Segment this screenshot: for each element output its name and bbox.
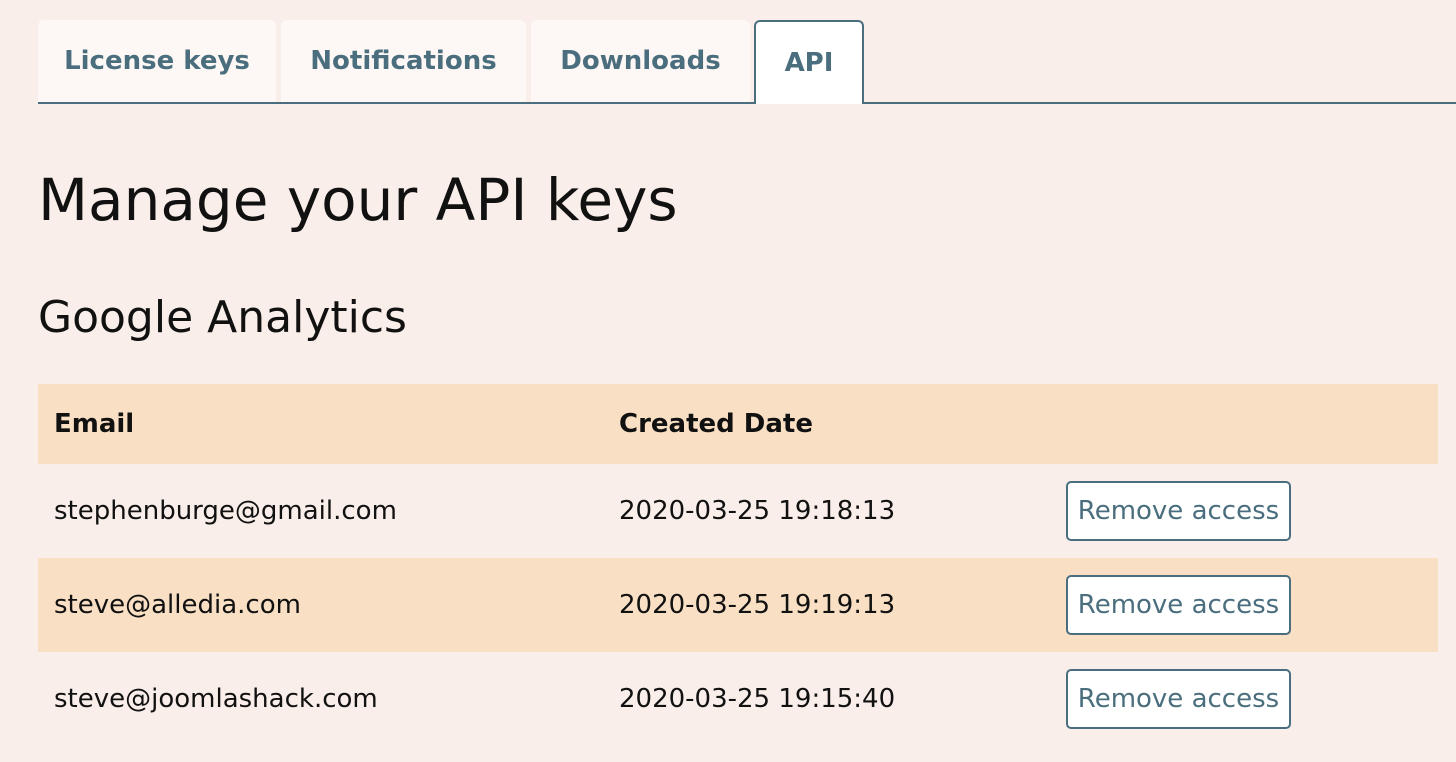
column-header-created-date: Created Date [619,409,813,439]
tab-license-keys[interactable]: License keys [38,20,276,102]
created-date-cell: 2020-03-25 19:19:13 [619,590,896,620]
account-tabs: License keys Notifications Downloads API [38,20,1456,104]
page-title: Manage your API keys [38,166,678,234]
column-header-action [1049,384,1438,464]
tab-label: Downloads [560,46,721,76]
action-cell: Remove access [1049,464,1438,558]
section-title-google-analytics: Google Analytics [38,292,407,343]
table-row: steve@joomlashack.com 2020-03-25 19:15:4… [38,652,1438,746]
table-row: steve@alledia.com 2020-03-25 19:19:13 Re… [38,558,1438,652]
created-date-cell: 2020-03-25 19:18:13 [619,496,896,526]
remove-access-button[interactable]: Remove access [1066,575,1291,635]
email-cell: stephenburge@gmail.com [54,496,397,526]
remove-access-button[interactable]: Remove access [1066,481,1291,541]
tab-notifications[interactable]: Notifications [281,20,526,102]
column-header-email: Email [54,409,135,439]
action-cell: Remove access [1049,652,1438,746]
api-keys-table: Email Created Date stephenburge@gmail.co… [38,384,1438,746]
tabs-divider [38,102,1456,104]
created-date-cell: 2020-03-25 19:15:40 [619,684,896,714]
tab-label: License keys [64,46,250,76]
tab-downloads[interactable]: Downloads [531,20,750,102]
action-cell: Remove access [1049,558,1438,652]
table-header-row: Email Created Date [38,384,1438,464]
email-cell: steve@alledia.com [54,590,301,620]
tab-label: API [784,48,834,78]
tab-label: Notifications [310,46,497,76]
tab-api[interactable]: API [754,20,864,104]
table-row: stephenburge@gmail.com 2020-03-25 19:18:… [38,464,1438,558]
remove-access-button[interactable]: Remove access [1066,669,1291,729]
email-cell: steve@joomlashack.com [54,684,378,714]
